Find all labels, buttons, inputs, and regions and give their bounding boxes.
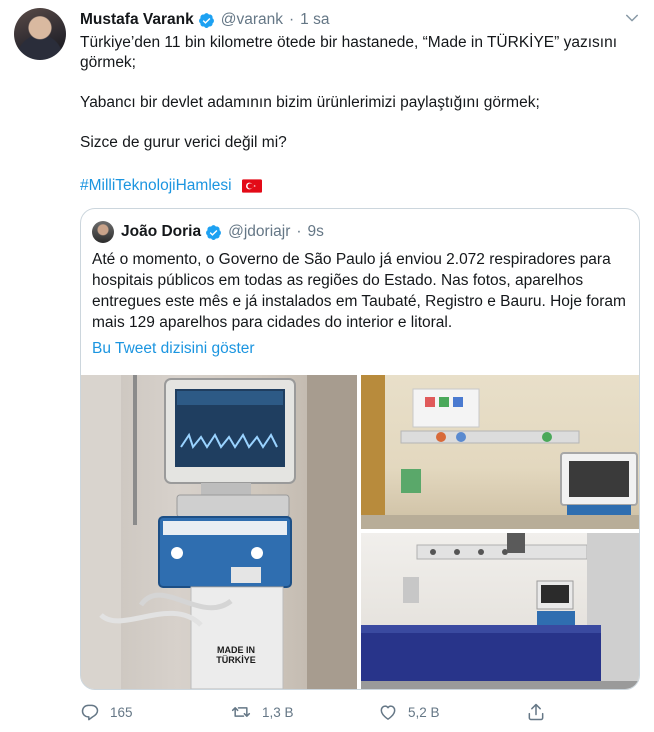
quoted-tweet[interactable]: João Doria @jdoriajr · 9s Até o momento,… (80, 208, 640, 690)
tweet-text-line: Yabancı bir devlet adamının bizim ürünle… (80, 94, 540, 111)
hospital-room-photo-1[interactable] (361, 375, 639, 529)
ventilator-illustration (81, 375, 357, 689)
verified-icon (198, 12, 214, 28)
verified-icon (206, 224, 222, 240)
tweet-text-line: Sizce de gurur verici değil mi? (80, 134, 287, 151)
like-icon (380, 705, 396, 720)
separator-dot: · (288, 11, 295, 28)
turkey-flag-icon (241, 179, 262, 193)
tweet-header: Mustafa Varank @varank · 1 sa (80, 9, 329, 31)
share-button[interactable] (526, 700, 556, 724)
chevron-down-icon (626, 14, 638, 22)
like-count: 5,2 B (408, 704, 440, 720)
hashtag-link[interactable]: #MilliTeknolojiHamlesi (80, 177, 232, 194)
reply-button[interactable]: 165 (80, 700, 133, 724)
tweet-actions: 165 1,3 B 5,2 B (80, 700, 560, 724)
quoted-author-name[interactable]: João Doria (121, 223, 201, 241)
share-icon (528, 703, 544, 721)
tweet-text-line: Türkiye’den 11 bin kilometre ötede bir h… (80, 34, 618, 71)
made-in-line2: TÜRKİYE (216, 655, 256, 665)
hospital-room-illustration (361, 375, 639, 529)
show-thread-link[interactable]: Bu Tweet dizisini göster (92, 340, 255, 358)
quoted-author-avatar[interactable] (92, 221, 114, 243)
made-in-line1: MADE IN (217, 645, 255, 655)
hospital-room-illustration (361, 533, 639, 689)
reply-icon (81, 704, 99, 721)
quoted-tweet-time[interactable]: 9s (308, 223, 324, 241)
quoted-tweet-header: João Doria @jdoriajr · 9s (121, 222, 324, 242)
separator-dot: · (296, 223, 302, 240)
retweet-count: 1,3 B (262, 704, 294, 720)
hashtag-line: #MilliTeknolojiHamlesi (80, 176, 640, 196)
quoted-tweet-text: Até o momento, o Governo de São Paulo já… (92, 251, 626, 331)
hospital-room-photo-2[interactable] (361, 533, 639, 689)
like-button[interactable]: 5,2 B (378, 700, 440, 724)
tweet-time[interactable]: 1 sa (300, 11, 329, 29)
author-handle[interactable]: @varank (221, 11, 283, 29)
retweet-button[interactable]: 1,3 B (230, 700, 294, 724)
ventilator-photo[interactable]: MADE IN TÜRKİYE (81, 375, 357, 689)
more-options-button[interactable] (620, 6, 644, 30)
quoted-author-handle[interactable]: @jdoriajr (228, 223, 290, 241)
author-avatar[interactable] (14, 8, 66, 60)
author-name[interactable]: Mustafa Varank (80, 11, 194, 29)
retweet-icon (231, 707, 251, 717)
tweet: Mustafa Varank @varank · 1 sa Türkiye’de… (0, 0, 654, 732)
reply-count: 165 (110, 704, 133, 720)
media-grid: MADE IN TÜRKİYE (81, 375, 639, 689)
made-in-label: MADE IN TÜRKİYE (201, 645, 271, 665)
